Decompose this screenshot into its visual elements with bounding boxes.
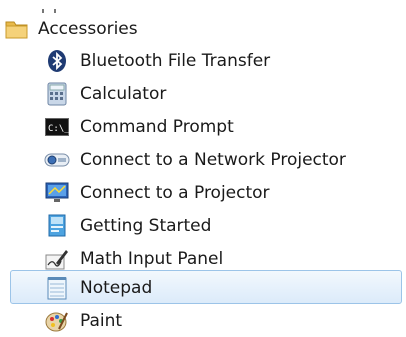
- folder-icon: [4, 16, 30, 42]
- calculator-icon: [44, 81, 70, 107]
- menu-item-label: Connect to a Projector: [80, 182, 270, 203]
- menu-item-label: Notepad: [80, 277, 153, 298]
- menu-item-bluetooth-file-transfer[interactable]: Bluetooth File Transfer: [44, 44, 384, 77]
- clipped-item-above: [40, 0, 60, 13]
- menu-item-connect-projector[interactable]: Connect to a Projector: [44, 176, 384, 209]
- command-prompt-icon: C:\_: [44, 114, 70, 140]
- menu-item-getting-started[interactable]: Getting Started: [44, 209, 384, 242]
- math-input-icon: [44, 246, 70, 272]
- paint-icon: [44, 308, 70, 334]
- folder-accessories[interactable]: Accessories: [4, 12, 304, 45]
- menu-item-label: Getting Started: [80, 215, 212, 236]
- menu-item-label: Command Prompt: [80, 116, 234, 137]
- menu-item-paint[interactable]: Paint: [44, 304, 384, 337]
- menu-item-calculator[interactable]: Calculator: [44, 77, 384, 110]
- network-projector-icon: [44, 147, 70, 173]
- accessories-menu: Accessories Bluetooth File Transfer Calc…: [0, 0, 406, 336]
- menu-item-label: Connect to a Network Projector: [80, 149, 346, 170]
- getting-started-icon: [44, 213, 70, 239]
- menu-item-connect-network-projector[interactable]: Connect to a Network Projector: [44, 143, 384, 176]
- notepad-icon: [44, 275, 70, 301]
- menu-item-label: Paint: [80, 310, 123, 331]
- menu-item-label: Math Input Panel: [80, 248, 224, 269]
- menu-item-notepad[interactable]: Notepad: [44, 271, 384, 304]
- folder-label: Accessories: [38, 18, 138, 39]
- menu-item-label: Calculator: [80, 83, 167, 104]
- bluetooth-icon: [44, 48, 70, 74]
- menu-item-command-prompt[interactable]: C:\_ Command Prompt: [44, 110, 384, 143]
- menu-item-label: Bluetooth File Transfer: [80, 50, 271, 71]
- projector-icon: [44, 180, 70, 206]
- svg-text:C:\_: C:\_: [48, 124, 69, 134]
